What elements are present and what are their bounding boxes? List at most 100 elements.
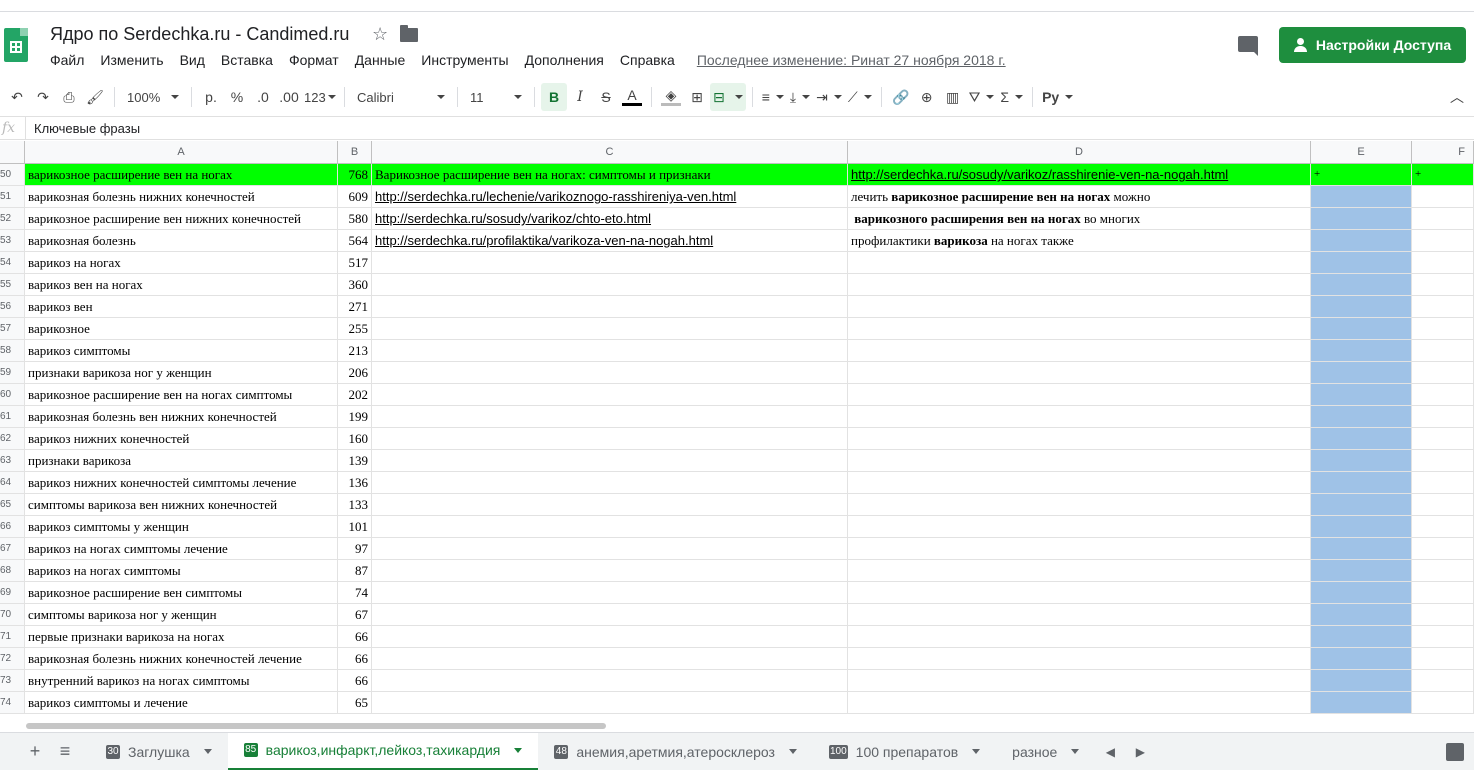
cell-c[interactable]: [372, 428, 848, 449]
last-edit-link[interactable]: Последнее изменение: Ринат 27 ноября 201…: [683, 52, 1006, 72]
italic-button[interactable]: I: [567, 83, 593, 111]
cell-e[interactable]: [1311, 186, 1412, 207]
cell-f[interactable]: [1412, 274, 1474, 295]
row-number[interactable]: 59: [0, 362, 25, 383]
cell-keyword[interactable]: варикозная болезнь нижних конечностей ле…: [25, 648, 338, 669]
cell-frequency[interactable]: 199: [338, 406, 372, 427]
cell-d[interactable]: [848, 274, 1311, 295]
row-number[interactable]: 58: [0, 340, 25, 361]
cell-e[interactable]: [1311, 626, 1412, 647]
cell-frequency[interactable]: 66: [338, 670, 372, 691]
cell-e[interactable]: [1311, 582, 1412, 603]
cell-d[interactable]: [848, 318, 1311, 339]
cell-keyword[interactable]: варикозное: [25, 318, 338, 339]
cell-c[interactable]: http://serdechka.ru/profilaktika/varikoz…: [372, 230, 848, 251]
cell-e[interactable]: [1311, 604, 1412, 625]
cell-f[interactable]: [1412, 450, 1474, 471]
all-sheets-icon[interactable]: ≡: [50, 737, 80, 767]
menu-file[interactable]: Файл: [42, 52, 92, 72]
folder-icon[interactable]: [400, 25, 418, 42]
cell-e[interactable]: [1311, 362, 1412, 383]
row-number[interactable]: 54: [0, 252, 25, 273]
cell-frequency[interactable]: 66: [338, 648, 372, 669]
star-icon[interactable]: ☆: [372, 24, 388, 45]
sheet-tab[interactable]: 100 100 препаратов: [813, 733, 996, 770]
cell-c[interactable]: [372, 626, 848, 647]
cell-f[interactable]: [1412, 296, 1474, 317]
horizontal-scrollbar[interactable]: [26, 722, 1468, 730]
cell-f[interactable]: [1412, 362, 1474, 383]
cell-frequency[interactable]: 206: [338, 362, 372, 383]
cell-frequency[interactable]: 66: [338, 626, 372, 647]
column-header-c[interactable]: C: [372, 141, 848, 163]
cell-frequency[interactable]: 202: [338, 384, 372, 405]
cell-c[interactable]: [372, 516, 848, 537]
cell-e[interactable]: [1311, 274, 1412, 295]
row-number[interactable]: 53: [0, 230, 25, 251]
row-number[interactable]: 62: [0, 428, 25, 449]
cell-frequency[interactable]: 133: [338, 494, 372, 515]
cell-keyword[interactable]: первые признаки варикоза на ногах: [25, 626, 338, 647]
row-number[interactable]: 72: [0, 648, 25, 669]
cell-d[interactable]: [848, 472, 1311, 493]
horizontal-align-icon[interactable]: ≡: [759, 83, 787, 111]
cell-e[interactable]: +: [1311, 164, 1412, 185]
cell-keyword[interactable]: варикоз нижних конечностей симптомы лече…: [25, 472, 338, 493]
borders-icon[interactable]: ⊞: [684, 83, 710, 111]
cell-keyword[interactable]: признаки варикоза ног у женщин: [25, 362, 338, 383]
cell-d[interactable]: [848, 362, 1311, 383]
cell-d[interactable]: [848, 384, 1311, 405]
cell-keyword[interactable]: варикоз на ногах симптомы лечение: [25, 538, 338, 559]
cell-c[interactable]: [372, 670, 848, 691]
add-sheet-icon[interactable]: +: [20, 737, 50, 767]
cell-keyword[interactable]: варикоз нижних конечностей: [25, 428, 338, 449]
sheet-tab[interactable]: 30 Заглушка: [90, 733, 228, 770]
cell-f[interactable]: [1412, 406, 1474, 427]
row-number[interactable]: 61: [0, 406, 25, 427]
cell-d[interactable]: варикозного расширения вен на ногах во м…: [848, 208, 1311, 229]
cell-d[interactable]: [848, 582, 1311, 603]
comments-icon[interactable]: [1238, 36, 1258, 56]
cell-frequency[interactable]: 74: [338, 582, 372, 603]
cell-e[interactable]: [1311, 296, 1412, 317]
menu-help[interactable]: Справка: [612, 52, 683, 72]
cell-d[interactable]: [848, 516, 1311, 537]
filter-icon[interactable]: ⛛: [966, 83, 998, 111]
cell-keyword[interactable]: варикозное расширение вен на ногах: [25, 164, 338, 185]
cell-e[interactable]: [1311, 406, 1412, 427]
row-number[interactable]: 63: [0, 450, 25, 471]
cell-d[interactable]: [848, 406, 1311, 427]
text-wrap-icon[interactable]: ⇥: [813, 83, 845, 111]
row-number[interactable]: 69: [0, 582, 25, 603]
cell-e[interactable]: [1311, 384, 1412, 405]
cell-d[interactable]: [848, 428, 1311, 449]
cell-keyword[interactable]: варикозное расширение вен на ногах симпт…: [25, 384, 338, 405]
cell-f[interactable]: [1412, 428, 1474, 449]
cell-frequency[interactable]: 768: [338, 164, 372, 185]
sheet-tab[interactable]: разное: [996, 733, 1095, 770]
column-header-e[interactable]: E: [1311, 141, 1412, 163]
percent-format-button[interactable]: %: [224, 83, 250, 111]
scroll-tabs-right-icon[interactable]: ▶: [1125, 737, 1155, 767]
chevron-down-icon[interactable]: [972, 749, 981, 754]
cell-c[interactable]: [372, 538, 848, 559]
insert-chart-icon[interactable]: ▥: [940, 83, 966, 111]
cell-f[interactable]: [1412, 208, 1474, 229]
cell-f[interactable]: [1412, 340, 1474, 361]
sheet-tab-active[interactable]: 85 варикоз,инфаркт,лейкоз,тахикардия: [227, 732, 539, 770]
cell-keyword[interactable]: варикозная болезнь нижних конечностей: [25, 186, 338, 207]
cell-frequency[interactable]: 213: [338, 340, 372, 361]
input-tools-button[interactable]: Py: [1039, 83, 1076, 111]
undo-icon[interactable]: ↶: [4, 83, 30, 111]
row-number[interactable]: 66: [0, 516, 25, 537]
cell-f[interactable]: [1412, 648, 1474, 669]
cell-keyword[interactable]: симптомы варикоза вен нижних конечностей: [25, 494, 338, 515]
cell-d[interactable]: [848, 296, 1311, 317]
explore-icon[interactable]: [1446, 743, 1464, 761]
row-number[interactable]: 50: [0, 164, 25, 185]
decrease-decimal-button[interactable]: .0: [250, 83, 276, 111]
formula-input[interactable]: Ключевые фразы: [26, 121, 140, 136]
cell-c[interactable]: [372, 582, 848, 603]
cell-frequency[interactable]: 255: [338, 318, 372, 339]
vertical-align-icon[interactable]: ⤓: [787, 83, 813, 111]
